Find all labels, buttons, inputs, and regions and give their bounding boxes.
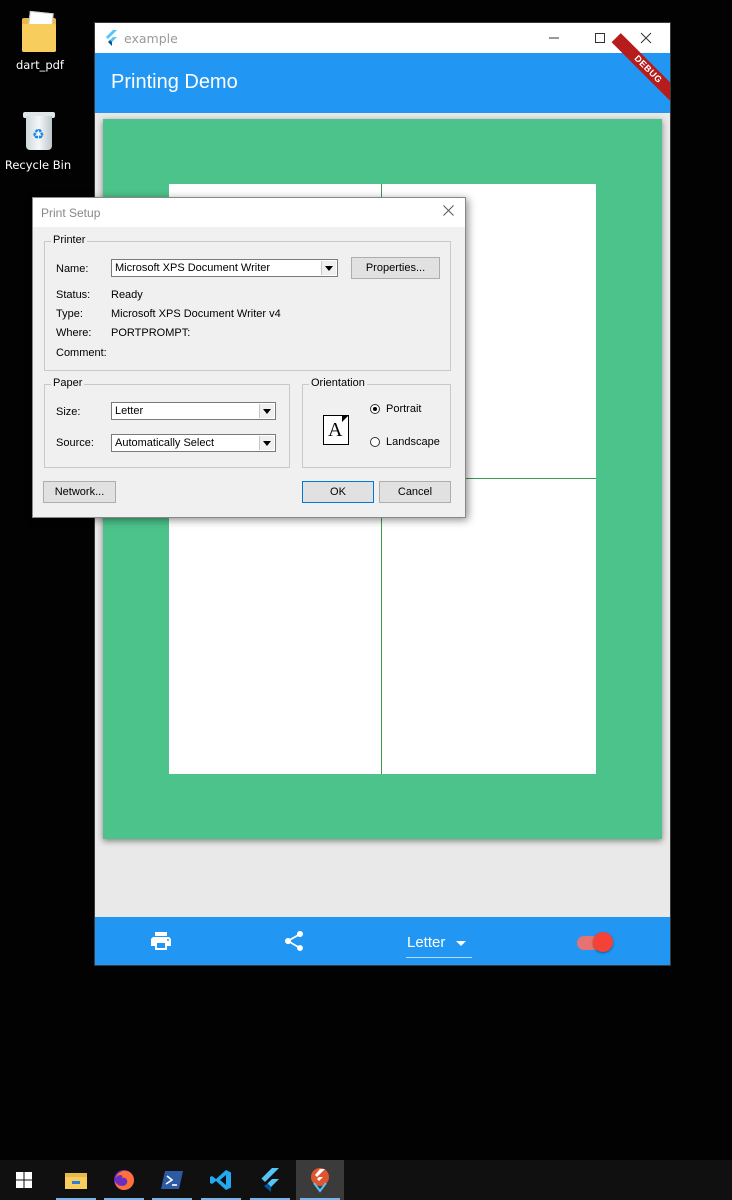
paper-size-select[interactable]: Letter — [111, 402, 276, 420]
taskbar-flutter-devtools[interactable] — [296, 1160, 344, 1200]
desktop-icon-recycle-bin[interactable]: ♻ Recycle Bin — [0, 110, 78, 172]
bottom-action-bar: Letter — [95, 917, 670, 965]
orientation-toggle[interactable] — [577, 932, 613, 952]
flutter-icon — [261, 1168, 279, 1192]
paper-source-select[interactable]: Automatically Select — [111, 434, 276, 452]
chevron-down-icon — [259, 404, 274, 418]
dialog-close-button[interactable] — [437, 202, 459, 222]
paper-group: Paper Size: Letter Source: Automatically… — [44, 377, 290, 468]
landscape-radio[interactable] — [370, 437, 380, 447]
page-format-dropdown[interactable]: Letter — [406, 929, 472, 958]
share-icon[interactable] — [282, 929, 306, 953]
folder-icon — [20, 10, 60, 54]
minimize-button[interactable] — [531, 23, 577, 53]
window-titlebar[interactable]: example — [95, 23, 670, 53]
orientation-group: Orientation A Portrait Landscape — [302, 377, 451, 468]
window-title: example — [124, 31, 178, 46]
source-label: Source: — [56, 437, 94, 449]
portrait-radio[interactable] — [370, 404, 380, 414]
dropdown-caret-icon — [456, 941, 466, 946]
desktop-icon-dart-pdf[interactable]: dart_pdf — [0, 10, 80, 72]
ok-button[interactable]: OK — [302, 481, 374, 503]
orientation-group-label: Orientation — [309, 377, 367, 389]
taskbar-powershell[interactable] — [148, 1160, 196, 1200]
size-label: Size: — [56, 406, 81, 418]
printer-name-value: Microsoft XPS Document Writer — [115, 262, 271, 274]
landscape-label[interactable]: Landscape — [386, 436, 440, 448]
taskbar-flutter[interactable] — [246, 1160, 294, 1200]
toggle-thumb — [593, 932, 613, 952]
where-value: PORTPROMPT: — [111, 327, 191, 339]
portrait-label[interactable]: Portrait — [386, 403, 421, 415]
app-bar: Printing Demo DEBUG — [95, 33, 670, 113]
portrait-orientation-icon: A — [323, 415, 349, 445]
firefox-icon — [114, 1170, 134, 1190]
comment-label: Comment: — [56, 347, 107, 359]
dialog-titlebar[interactable]: Print Setup — [33, 198, 465, 227]
start-button[interactable] — [0, 1160, 48, 1200]
flutter-logo-icon — [106, 30, 117, 46]
desktop-icon-label: dart_pdf — [16, 58, 64, 72]
taskbar-firefox[interactable] — [100, 1160, 148, 1200]
taskbar-file-explorer[interactable] — [52, 1160, 100, 1200]
paper-source-value: Automatically Select — [115, 437, 215, 449]
close-icon — [640, 32, 652, 44]
printer-name-label: Name: — [56, 263, 89, 275]
network-button[interactable]: Network... — [43, 481, 116, 503]
flutter-devtools-icon — [311, 1168, 329, 1193]
minimize-icon — [549, 37, 559, 39]
file-explorer-icon — [65, 1173, 87, 1189]
printer-name-select[interactable]: Microsoft XPS Document Writer — [111, 259, 338, 277]
printer-group: Printer Name: Microsoft XPS Document Wri… — [44, 234, 451, 371]
where-label: Where: — [56, 327, 92, 339]
properties-button[interactable]: Properties... — [351, 257, 440, 279]
status-value: Ready — [111, 289, 143, 301]
type-value: Microsoft XPS Document Writer v4 — [111, 308, 281, 320]
paper-size-value: Letter — [115, 405, 144, 417]
maximize-icon — [595, 33, 605, 43]
print-icon[interactable] — [149, 929, 173, 953]
powershell-icon — [161, 1171, 183, 1189]
print-setup-dialog: Print Setup Printer Name: Microsoft XPS … — [32, 197, 466, 518]
chevron-down-icon — [259, 436, 274, 450]
chevron-down-icon — [321, 261, 336, 275]
recycle-bin-icon: ♻ — [18, 110, 58, 154]
orientation-letter: A — [328, 419, 343, 441]
cancel-button[interactable]: Cancel — [379, 481, 451, 503]
taskbar-vscode[interactable] — [197, 1160, 245, 1200]
printer-group-label: Printer — [51, 234, 88, 246]
status-label: Status: — [56, 289, 91, 301]
page-format-value: Letter — [407, 934, 446, 951]
close-icon — [442, 205, 454, 216]
desktop-icon-label: Recycle Bin — [4, 158, 72, 172]
app-title: Printing Demo — [111, 71, 238, 93]
dialog-title: Print Setup — [41, 206, 101, 220]
taskbar — [0, 1160, 732, 1200]
vscode-icon — [210, 1170, 231, 1190]
paper-group-label: Paper — [51, 377, 85, 389]
type-label: Type: — [56, 308, 83, 320]
windows-start-icon — [16, 1172, 32, 1188]
